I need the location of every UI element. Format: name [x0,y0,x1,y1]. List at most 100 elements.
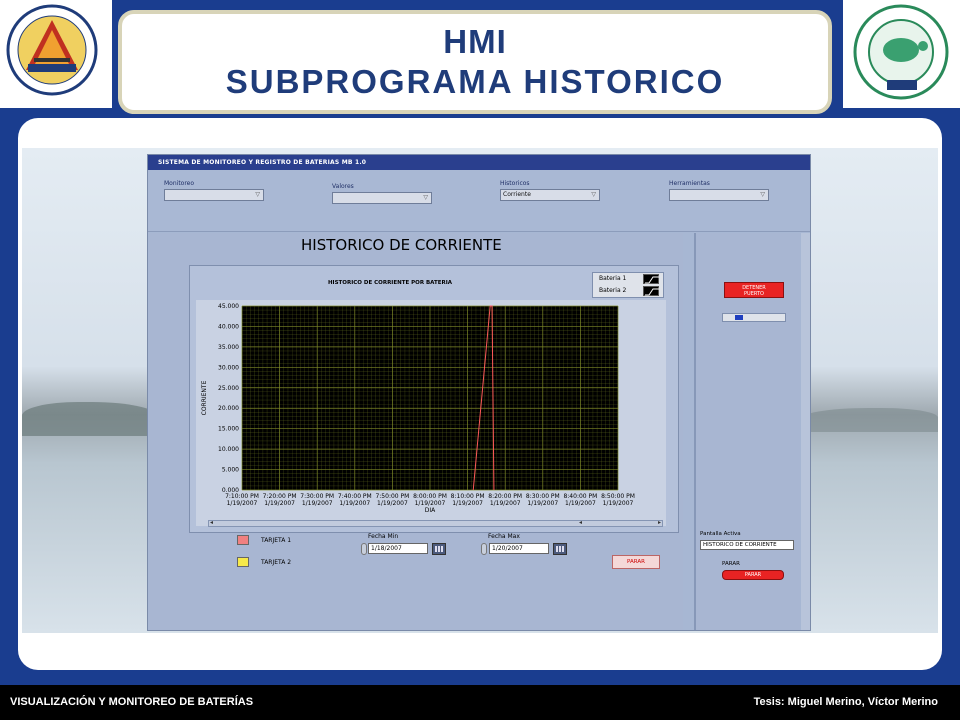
x-tick-date-label: 1/19/2007 [527,500,558,507]
x-tick-date-label: 1/19/2007 [227,500,258,507]
chart-horizontal-scrollbar[interactable]: ◂ ◂ ▸ [208,519,663,527]
historicos-dropdown[interactable]: Corriente ▽ [500,189,600,201]
fecha-max-input[interactable]: 1/20/2007 [489,543,549,554]
menu-label: Historicos [500,180,530,187]
progress-slider[interactable] [722,313,786,322]
y-tick-label: 5.000 [222,467,239,474]
calendar-icon[interactable] [553,543,567,555]
detener-puerto-button[interactable]: DETENER PUERTO [724,282,784,298]
chevron-down-icon: ▽ [760,191,765,198]
legend-line-icon [643,274,659,284]
menu-label: Monitoreo [164,180,195,187]
herramientas-dropdown[interactable]: ▽ [669,189,769,201]
x-tick-date-label: 1/19/2007 [490,500,521,507]
y-tick-label: 40.000 [218,323,239,330]
legend-item: Bateria 2 [593,285,663,297]
historico-panel: HISTORICO DE CORRIENTE HISTORICO DE CORR… [149,233,683,630]
y-tick-label: 30.000 [218,364,239,371]
x-tick-time-label: 8:00:00 PM [413,493,447,500]
vertical-scrollbar[interactable] [801,233,810,630]
chart-title: HISTORICO DE CORRIENTE POR BATERIA [327,280,453,286]
x-tick-date-label: 1/19/2007 [339,500,370,507]
x-tick-date-label: 1/19/2007 [377,500,408,507]
x-tick-time-label: 7:30:00 PM [300,493,334,500]
background-shore [798,408,938,432]
menu-valores: Valores ▽ [332,183,432,204]
legend-line-icon [643,286,659,296]
x-tick-time-label: 8:40:00 PM [563,493,597,500]
x-tick-time-label: 7:50:00 PM [375,493,409,500]
y-tick-label: 10.000 [218,446,239,453]
menu-herramientas: Herramientas ▽ [669,180,769,201]
tarjeta-1-label: TARJETA 1 [261,537,292,544]
footer-title: VISUALIZACIÓN Y MONITOREO DE BATERÍAS [10,696,254,708]
x-tick-date-label: 1/19/2007 [302,500,333,507]
footer-authors: Tesis: Miguel Merino, Víctor Merino [753,696,938,708]
background-trees [22,402,162,436]
x-tick-time-label: 8:20:00 PM [488,493,522,500]
puerto-label: PUERTO [744,291,764,297]
app-window: SISTEMA DE MONITOREO Y REGISTRO DE BATER… [147,154,811,631]
y-tick-label: 15.000 [218,426,239,433]
parar-button[interactable]: PARAR [612,555,660,569]
menu-historicos: Historicos Corriente ▽ [500,180,600,201]
legend-label: Bateria 2 [599,287,627,294]
fecha-min-input[interactable]: 1/18/2007 [368,543,428,554]
control-panel: DETENER PUERTO Pantalla Activa HISTORICO… [694,233,800,630]
menu-label: Valores [332,183,354,190]
tarjeta-1-led [237,535,249,545]
tarjeta-2-led [237,557,249,567]
x-axis-label: DIA [425,507,436,514]
x-tick-date-label: 1/19/2007 [415,500,446,507]
x-tick-time-label: 7:40:00 PM [338,493,372,500]
y-tick-label: 35.000 [218,344,239,351]
chevron-down-icon: ▽ [255,191,260,198]
monitoreo-dropdown[interactable]: ▽ [164,189,264,201]
app-titlebar: SISTEMA DE MONITOREO Y REGISTRO DE BATER… [148,155,810,170]
fecha-min-label: Fecha Min [368,533,399,540]
slider-thumb[interactable] [735,315,743,320]
fecha-max-label: Fecha Max [488,533,520,540]
scroll-left-icon[interactable]: ◂ [579,519,582,526]
pantalla-activa-label: Pantalla Activa [700,531,741,537]
y-tick-label: 20.000 [218,405,239,412]
scroll-right-icon[interactable]: ▸ [658,519,661,526]
valores-dropdown[interactable]: ▽ [332,192,432,204]
chart-legend: Bateria 1 Bateria 2 [592,272,664,298]
menu-monitoreo: Monitoreo ▽ [164,180,264,201]
tarjeta-2-label: TARJETA 2 [261,559,292,566]
menu-strip: Monitoreo ▽ Valores ▽ Historicos Corrien… [148,170,810,232]
panel-title: HISTORICO DE CORRIENTE [301,236,502,254]
graph-frame: HISTORICO DE CORRIENTE POR BATERIA Bater… [189,265,679,533]
parar-label: PARAR [722,561,740,567]
calendar-icon[interactable] [432,543,446,555]
armada-logo [0,0,112,108]
x-tick-date-label: 1/19/2007 [452,500,483,507]
parar-red-button[interactable]: PARAR [722,570,784,580]
espol-logo [843,0,960,108]
x-tick-time-label: 8:50:00 PM [601,493,635,500]
current-history-chart: 45.000 40.000 35.000 30.000 25.000 20.000 15.0… [196,300,666,526]
y-tick-label: 25.000 [218,385,239,392]
dropdown-value: Corriente [503,191,531,198]
x-tick-date-label: 1/19/2007 [565,500,596,507]
legend-item: Bateria 1 [593,273,663,285]
scroll-left-icon[interactable]: ◂ [210,519,213,526]
x-tick-time-label: 7:10:00 PM [225,493,259,500]
menu-label: Herramientas [669,180,710,187]
slide-subtitle: SUBPROGRAMA HISTORICO [225,63,725,100]
x-tick-date-label: 1/19/2007 [264,500,295,507]
chevron-down-icon: ▽ [423,194,428,201]
legend-label: Bateria 1 [599,275,627,282]
content-frame: SISTEMA DE MONITOREO Y REGISTRO DE BATER… [18,118,942,670]
slide-footer: VISUALIZACIÓN Y MONITOREO DE BATERÍAS Te… [0,685,960,720]
x-tick-time-label: 7:20:00 PM [263,493,297,500]
fecha-min-stepper[interactable] [361,543,367,555]
armada-emblem-icon [6,4,98,96]
espol-emblem-icon [853,4,949,100]
fecha-max-stepper[interactable] [481,543,487,555]
slide-title: HMI [443,23,507,60]
x-tick-date-label: 1/19/2007 [603,500,634,507]
y-axis-label: CORRIENTE [201,380,208,415]
x-tick-time-label: 8:10:00 PM [451,493,485,500]
